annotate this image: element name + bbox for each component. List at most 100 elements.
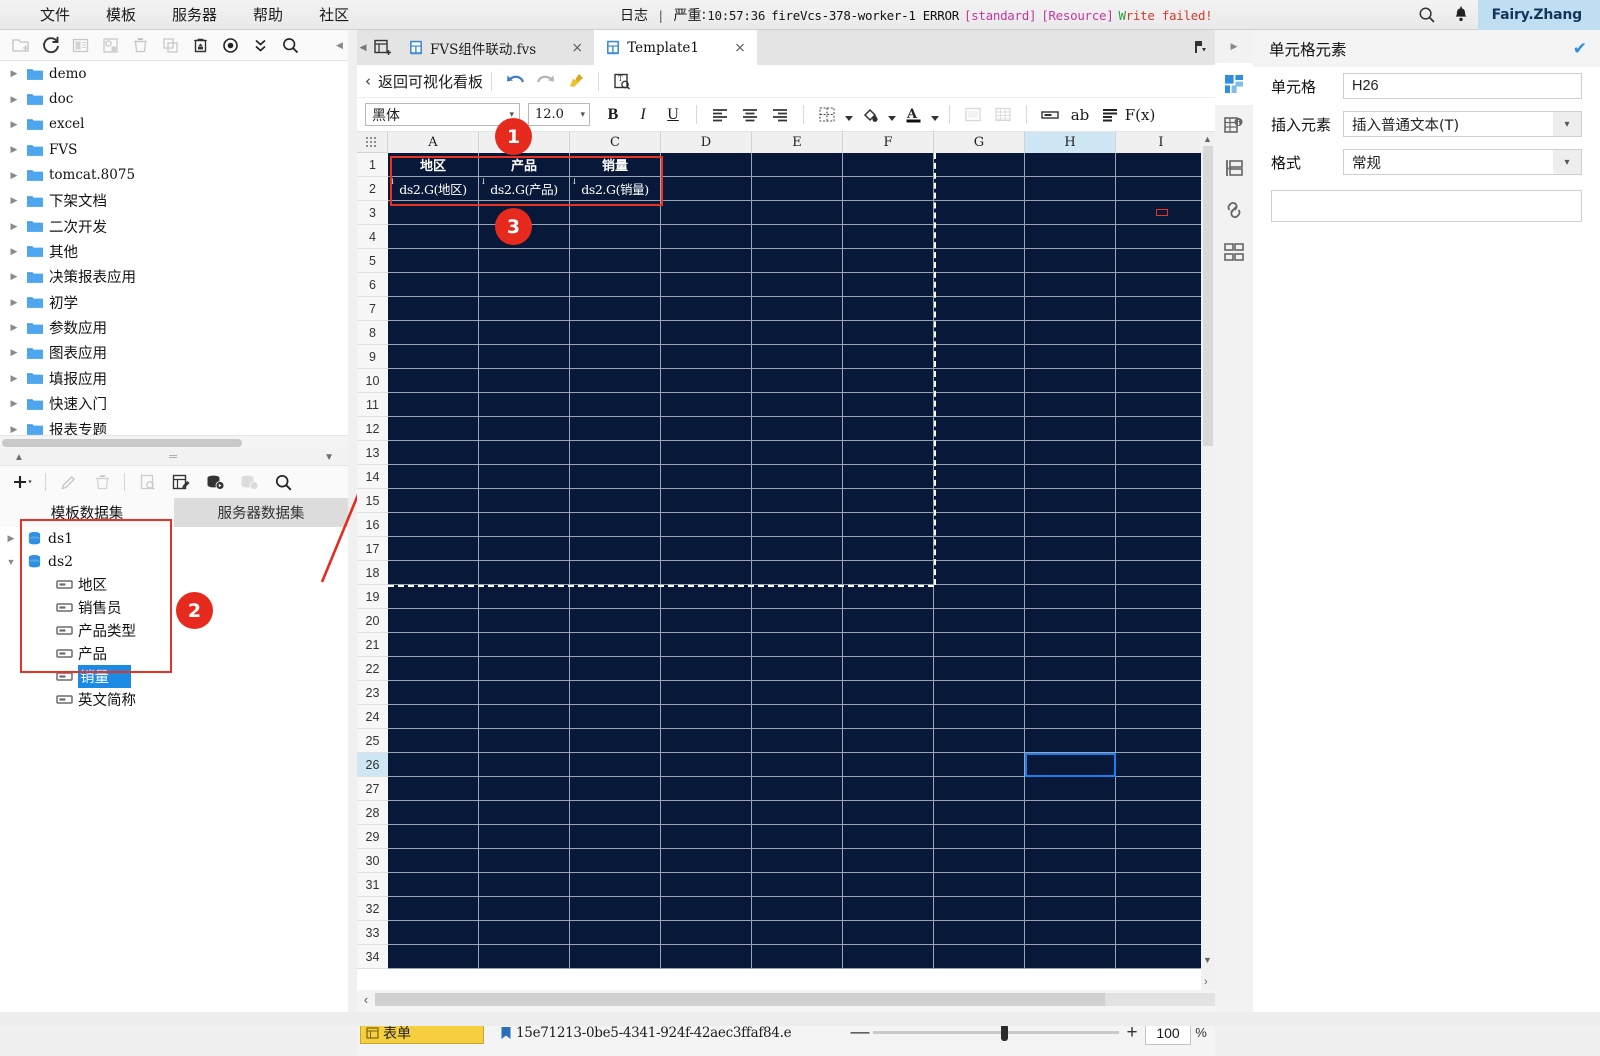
grid-cell-I28[interactable] <box>1116 801 1207 825</box>
grid-cell-C17[interactable] <box>570 537 661 561</box>
grid-cell-E31[interactable] <box>752 873 843 897</box>
grid-cell-F20[interactable] <box>843 609 934 633</box>
chevron-down-icon[interactable]: ▾ <box>574 110 585 120</box>
row-header-23[interactable]: 23 <box>357 681 388 705</box>
grid-cell-B1[interactable]: 产品 <box>479 153 570 177</box>
grid-cell-B16[interactable] <box>479 513 570 537</box>
grid-cell-B15[interactable] <box>479 489 570 513</box>
grid-cell-B10[interactable] <box>479 369 570 393</box>
insert-element-select[interactable]: 插入普通文本(T) ▾ <box>1343 111 1582 137</box>
grid-cell-I17[interactable] <box>1116 537 1207 561</box>
grid-cell-C32[interactable] <box>570 897 661 921</box>
grid-cell-A11[interactable] <box>388 393 479 417</box>
row-header-26[interactable]: 26 <box>357 753 388 777</box>
chevron-down-icon[interactable]: ▼ <box>0 557 22 567</box>
grid-cell-D20[interactable] <box>661 609 752 633</box>
grid-cell-I14[interactable] <box>1116 465 1207 489</box>
grid-cell-A34[interactable] <box>388 945 479 969</box>
row-header-7[interactable]: 7 <box>357 297 388 321</box>
grid-cell-C2[interactable]: ↓ ds2.G(销量) <box>570 177 661 201</box>
grid-cell-F25[interactable] <box>843 729 934 753</box>
grid-cell-B22[interactable] <box>479 657 570 681</box>
chevron-right-icon[interactable]: ▶ <box>4 94 24 105</box>
grid-cell-F14[interactable] <box>843 465 934 489</box>
font-family-select[interactable]: 黑体 ▾ <box>365 103 520 126</box>
file-tab-1-close-icon[interactable]: × <box>566 40 588 56</box>
grid-cell-C20[interactable] <box>570 609 661 633</box>
row-header-20[interactable]: 20 <box>357 609 388 633</box>
search-icon[interactable] <box>276 32 305 59</box>
row-header-22[interactable]: 22 <box>357 657 388 681</box>
edit-dataset-icon[interactable] <box>166 468 196 496</box>
grid-cell-C7[interactable] <box>570 297 661 321</box>
grid-cell-I15[interactable] <box>1116 489 1207 513</box>
row-header-14[interactable]: 14 <box>357 465 388 489</box>
grid-cell-C33[interactable] <box>570 921 661 945</box>
grid-cell-F32[interactable] <box>843 897 934 921</box>
grid-cell-H13[interactable] <box>1025 441 1116 465</box>
grid-cell-B31[interactable] <box>479 873 570 897</box>
grid-cell-I7[interactable] <box>1116 297 1207 321</box>
grid-cell-G26[interactable] <box>934 753 1025 777</box>
splitter-down-icon[interactable]: ▼ <box>324 452 334 463</box>
grid-cell-E29[interactable] <box>752 825 843 849</box>
menu-item-0[interactable]: 文件 <box>22 1 88 28</box>
grid-cell-A14[interactable] <box>388 465 479 489</box>
grid-cell-E32[interactable] <box>752 897 843 921</box>
copy-icon[interactable] <box>156 32 185 59</box>
grid-cell-I25[interactable] <box>1116 729 1207 753</box>
grid-cell-D31[interactable] <box>661 873 752 897</box>
grid-hscrollbar[interactable]: ‹ <box>357 990 1215 1009</box>
grid-cell-G32[interactable] <box>934 897 1025 921</box>
file-tab-2[interactable]: Template1 × <box>594 30 757 65</box>
grid-cell-E17[interactable] <box>752 537 843 561</box>
delete-icon[interactable] <box>126 32 155 59</box>
grid-cell-D7[interactable] <box>661 297 752 321</box>
grid-cell-C31[interactable] <box>570 873 661 897</box>
grid-cell-A26[interactable] <box>388 753 479 777</box>
grid-cell-D29[interactable] <box>661 825 752 849</box>
grid-cell-I21[interactable] <box>1116 633 1207 657</box>
grid-cell-I8[interactable] <box>1116 321 1207 345</box>
grid-cell-B20[interactable] <box>479 609 570 633</box>
grid-cell-E1[interactable] <box>752 153 843 177</box>
grid-cell-C1[interactable]: 销量 <box>570 153 661 177</box>
grid-cell-G12[interactable] <box>934 417 1025 441</box>
grid-cell-B13[interactable] <box>479 441 570 465</box>
column-header-A[interactable]: A <box>388 132 479 153</box>
grid-cell-I33[interactable] <box>1116 921 1207 945</box>
grid-cell-D33[interactable] <box>661 921 752 945</box>
dataset-field-node[interactable]: 英文简称 <box>0 688 348 711</box>
grid-cell-G9[interactable] <box>934 345 1025 369</box>
preview-dataset-icon[interactable] <box>132 468 162 496</box>
grid-cell-B12[interactable] <box>479 417 570 441</box>
border-dropdown-caret[interactable] <box>842 102 855 128</box>
grid-cell-C5[interactable] <box>570 249 661 273</box>
grid-cell-B8[interactable] <box>479 321 570 345</box>
grid-cell-E4[interactable] <box>752 225 843 249</box>
fill-color-dropdown-caret[interactable] <box>885 102 898 128</box>
add-icon[interactable] <box>8 468 38 496</box>
grid-cell-F30[interactable] <box>843 849 934 873</box>
column-header-H[interactable]: H <box>1025 132 1116 153</box>
grid-cell-D26[interactable] <box>661 753 752 777</box>
row-header-4[interactable]: 4 <box>357 225 388 249</box>
grid-cell-I10[interactable] <box>1116 369 1207 393</box>
undo-icon[interactable] <box>500 68 530 95</box>
grid-cell-D8[interactable] <box>661 321 752 345</box>
grid-cell-F10[interactable] <box>843 369 934 393</box>
cell-tree-icon[interactable] <box>1215 231 1253 273</box>
chevron-right-icon[interactable]: ▶ <box>4 322 24 333</box>
grid-cell-H9[interactable] <box>1025 345 1116 369</box>
grid-cell-D15[interactable] <box>661 489 752 513</box>
chevron-down-icon[interactable]: ▾ <box>1553 112 1581 136</box>
align-center-icon[interactable] <box>735 102 765 128</box>
zoom-slider[interactable] <box>873 1024 1119 1041</box>
align-right-icon[interactable] <box>765 102 795 128</box>
grid-cell-C3[interactable] <box>570 201 661 225</box>
file-tree-item[interactable]: ▶ tomcat.8075 <box>0 163 348 188</box>
grid-cell-I6[interactable] <box>1116 273 1207 297</box>
row-header-6[interactable]: 6 <box>357 273 388 297</box>
grid-cell-F4[interactable] <box>843 225 934 249</box>
log-label[interactable]: 日志 <box>620 5 648 25</box>
